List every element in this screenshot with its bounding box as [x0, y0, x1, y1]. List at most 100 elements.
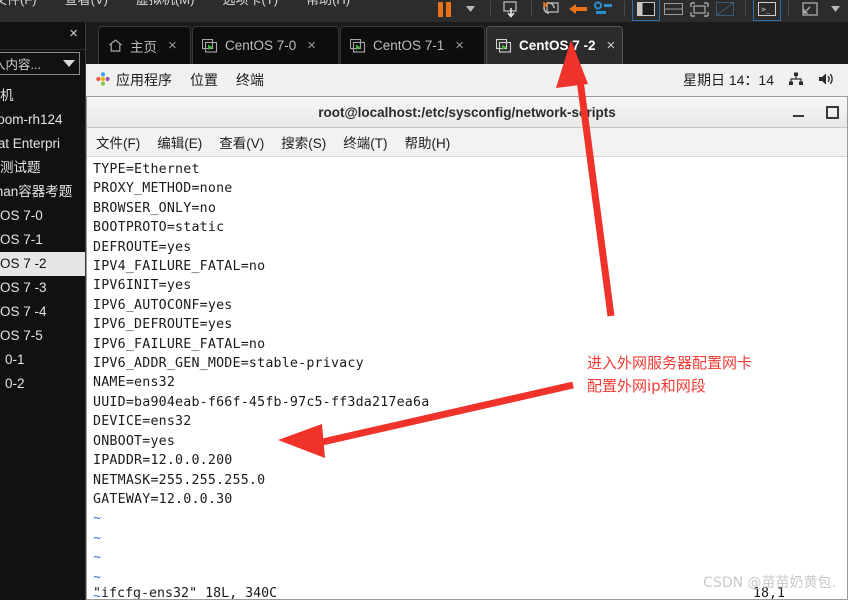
gnome-panel-status: 星期日 14：14: [683, 70, 836, 90]
terminal-tilde-line: ~: [93, 550, 102, 566]
terminal-menu-search[interactable]: 搜索(S): [281, 132, 326, 152]
dropdown-caret-icon[interactable]: [457, 0, 483, 20]
terminal-menu-terminal[interactable]: 终端(T): [343, 132, 387, 152]
list-item[interactable]: Hat Enterpri: [0, 132, 85, 156]
list-item-label: man容器考题: [0, 184, 73, 199]
library-header: ×: [0, 22, 85, 50]
list-item-label: 0-2: [5, 376, 25, 391]
settings-wrench-icon[interactable]: [591, 0, 617, 20]
search-placeholder: 入内容...: [0, 58, 41, 72]
show-thumbnails-icon[interactable]: [660, 0, 686, 20]
tab-close-icon[interactable]: ×: [455, 37, 464, 54]
terminal-menu[interactable]: 终端: [236, 70, 264, 90]
terminal-window: root@localhost:/etc/sysconfig/network-sc…: [86, 96, 848, 600]
window-buttons: [793, 97, 839, 127]
menu-view[interactable]: 查看(V): [61, 0, 112, 8]
list-item[interactable]: 机: [0, 84, 85, 108]
terminal-line: DEVICE=ens32: [93, 414, 192, 430]
menu-help[interactable]: 帮助(H): [302, 0, 354, 8]
terminal-line: BOOTPROTO=static: [93, 220, 225, 236]
chevron-down-icon[interactable]: [63, 60, 75, 67]
list-item-label: OS 7 -3: [0, 280, 47, 295]
multiple-monitors-icon[interactable]: [712, 0, 738, 20]
terminal-titlebar[interactable]: root@localhost:/etc/sysconfig/network-sc…: [87, 97, 847, 128]
annotation-line-2: 配置外网ip和网段: [587, 377, 706, 395]
list-item-label: sroom-rh124: [0, 112, 63, 127]
menu-vm[interactable]: 虚拟机(M): [132, 0, 199, 8]
vmware-toolbar: >_: [431, 0, 848, 22]
terminal-line: IPV6_AUTOCONF=yes: [93, 297, 233, 313]
menu-tabs[interactable]: 选项卡(T): [218, 0, 282, 8]
terminal-line: IPV6_DEFROUTE=yes: [93, 317, 233, 333]
show-library-icon[interactable]: [632, 0, 660, 21]
applications-menu[interactable]: 应用程序: [96, 70, 172, 90]
terminal-line: PROXY_METHOD=none: [93, 181, 233, 197]
tab-centos-7-2[interactable]: CentOS 7 -2 ×: [486, 26, 623, 64]
list-item[interactable]: 0-2: [0, 372, 85, 396]
vm-icon: [201, 38, 218, 53]
terminal-line: DEFROUTE=yes: [93, 239, 192, 255]
revert-snapshot-icon[interactable]: [539, 0, 565, 20]
screenshot-root: 文件(F) 查看(V) 虚拟机(M) 选项卡(T) 帮助(H): [0, 0, 848, 600]
minimize-icon[interactable]: [793, 108, 804, 117]
close-icon[interactable]: ×: [69, 25, 78, 42]
terminal-line: GATEWAY=12.0.0.30: [93, 491, 233, 507]
list-item-label: OS 7-5: [0, 328, 43, 343]
list-item[interactable]: man容器考题: [0, 180, 85, 204]
terminal-menu-edit[interactable]: 编辑(E): [157, 132, 202, 152]
terminal-line: NAME=ens32: [93, 375, 176, 391]
volume-icon[interactable]: [818, 72, 836, 89]
terminal-tilde-line: ~: [93, 530, 102, 546]
list-item[interactable]: OS 7-0: [0, 204, 85, 228]
terminal-menu-view[interactable]: 查看(V): [219, 132, 264, 152]
gnome-panel-menus: 应用程序 位置 终端: [96, 70, 264, 90]
clock[interactable]: 星期日 14：14: [683, 70, 774, 90]
menu-file[interactable]: 文件(F): [0, 0, 41, 8]
list-item-label: OS 7-0: [0, 208, 43, 223]
maximize-icon[interactable]: [826, 105, 839, 119]
back-arrow-icon[interactable]: [565, 0, 591, 20]
tab-label: CentOS 7 -2: [519, 38, 596, 53]
tab-centos-7-0[interactable]: CentOS 7-0 ×: [192, 26, 339, 64]
terminal-line: IPADDR=12.0.0.200: [93, 453, 233, 469]
list-item[interactable]: sroom-rh124: [0, 108, 85, 132]
list-item[interactable]: OS 7-5: [0, 324, 85, 348]
tab-close-icon[interactable]: ×: [168, 37, 177, 54]
list-item-label: OS 7 -2: [0, 256, 47, 271]
vm-icon: [495, 38, 512, 53]
tab-close-icon[interactable]: ×: [307, 37, 316, 54]
unity-icon[interactable]: [796, 0, 822, 20]
fullscreen-icon[interactable]: >_: [753, 0, 781, 21]
terminal-tilde-line: ~: [93, 511, 102, 527]
pause-icon[interactable]: [431, 0, 457, 20]
terminal-line: IPV4_FAILURE_FATAL=no: [93, 259, 266, 275]
toolbar-divider: [745, 1, 746, 17]
terminal-output[interactable]: TYPE=Ethernet PROXY_METHOD=none BROWSER_…: [87, 157, 847, 599]
list-item-selected[interactable]: OS 7 -2: [0, 252, 85, 276]
terminal-line: BROWSER_ONLY=no: [93, 200, 217, 216]
more-caret-icon[interactable]: [822, 0, 848, 20]
places-menu[interactable]: 位置: [190, 70, 218, 90]
tab-label: CentOS 7-0: [225, 38, 297, 53]
list-item[interactable]: 0-1: [0, 348, 85, 372]
snapshot-icon[interactable]: [498, 0, 524, 20]
gnome-top-panel: 应用程序 位置 终端 星期日 14：14: [85, 64, 848, 97]
vmware-menu-items: 文件(F) 查看(V) 虚拟机(M) 选项卡(T) 帮助(H): [0, 0, 354, 8]
list-item[interactable]: 测试题: [0, 156, 85, 180]
tab-home[interactable]: 主页 ×: [98, 26, 191, 64]
list-item-label: OS 7-1: [0, 232, 43, 247]
watermark: CSDN @苗苗奶黄包.: [703, 575, 836, 591]
toolbar-divider: [490, 1, 491, 17]
console-view-icon[interactable]: [686, 0, 712, 20]
terminal-menu-file[interactable]: 文件(F): [96, 132, 140, 152]
network-icon[interactable]: [788, 72, 804, 89]
tab-centos-7-1[interactable]: CentOS 7-1 ×: [340, 26, 485, 64]
list-item[interactable]: OS 7-1: [0, 228, 85, 252]
list-item-label: 测试题: [0, 160, 41, 175]
list-item[interactable]: OS 7 -3: [0, 276, 85, 300]
tab-close-icon[interactable]: ×: [607, 37, 616, 54]
vmware-library-panel: × 入内容... 机 sroom-rh124 Hat Enterpri 测试题 …: [0, 22, 86, 600]
library-search-input[interactable]: 入内容...: [0, 52, 80, 75]
list-item[interactable]: OS 7 -4: [0, 300, 85, 324]
terminal-menu-help[interactable]: 帮助(H): [405, 132, 451, 152]
